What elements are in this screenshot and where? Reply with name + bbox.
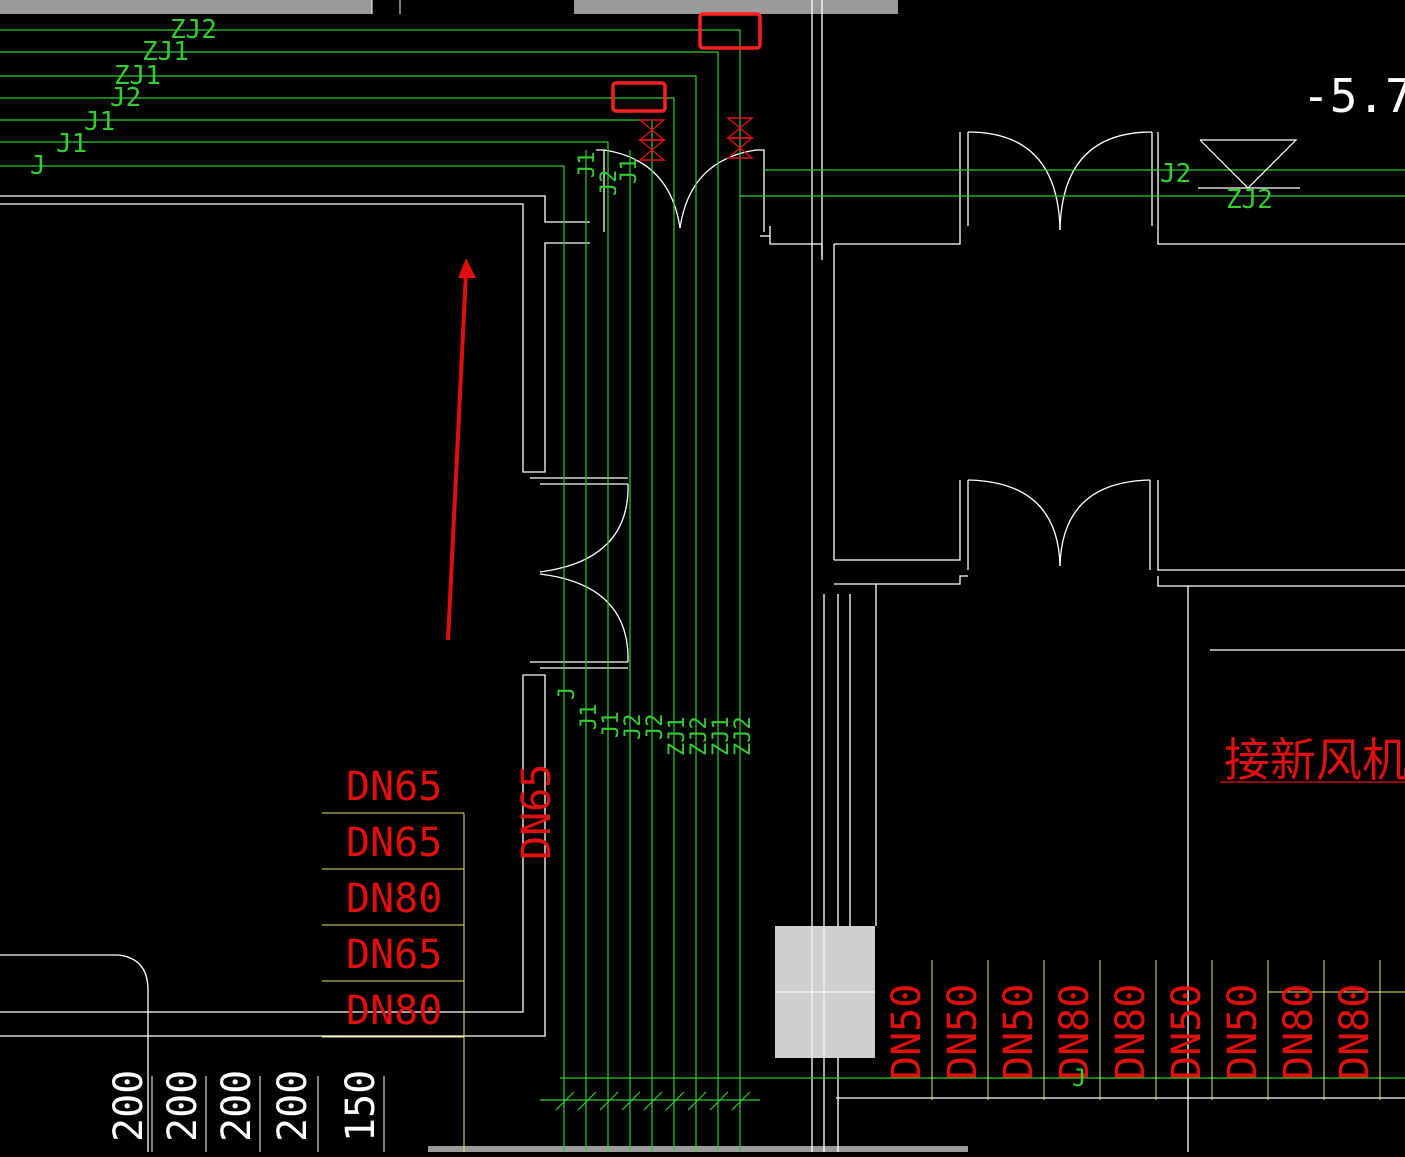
pipe-label-vertical-bottom: ZJ2 [731, 716, 756, 756]
pipe-label-right: J2 [1160, 159, 1191, 189]
cad-drawing-canvas[interactable]: -5.75 ZJ2ZJ1ZJ1J2J1J1JJ1J2J1JJ1J1J2J [0, 0, 1405, 1152]
cad-drawing: -5.75 ZJ2ZJ1ZJ1J2J1J1JJ1J2J1JJ1J1J2J [0, 0, 1405, 1152]
level-triangle [1198, 139, 1300, 189]
dimension-label: 200 [270, 1070, 316, 1142]
dimension-label: 150 [338, 1070, 384, 1142]
pipe-size-bottom-right: DN50 [940, 984, 986, 1080]
pipe-label-top: J [30, 151, 46, 181]
dimension-label: 200 [160, 1070, 206, 1142]
pipe-size-bottom-right: DN50 [1164, 984, 1210, 1080]
pipe-size-left: DN80 [346, 988, 442, 1034]
pipe-size-bottom-right: DN50 [1220, 984, 1266, 1080]
pipe-size-left: DN65 [346, 932, 442, 978]
walls [0, 0, 1405, 1152]
dimension-label: 200 [106, 1070, 152, 1142]
pipe-size-vertical: DN65 [514, 764, 560, 860]
highlight-box-lower[interactable] [611, 81, 667, 113]
room-label: 接新风机房 [1224, 733, 1405, 787]
pipe-label-bottom-j: J [1072, 1064, 1086, 1092]
pipe-label-top: J1 [56, 129, 87, 159]
red-arrow [446, 258, 476, 641]
pipe-label-vertical-top: J1 [617, 158, 642, 185]
pipe-label-right: ZJ2 [1226, 185, 1273, 215]
pipe-size-left: DN80 [346, 876, 442, 922]
dimension-label: 200 [214, 1070, 260, 1142]
pipe-size-bottom-right: DN80 [1332, 984, 1378, 1080]
highlight-box-top[interactable] [698, 12, 762, 50]
level-mark: -5.75 [1302, 69, 1405, 123]
pipe-label-top: J1 [84, 107, 115, 137]
pipe-label-vertical-bottom: J [555, 687, 580, 700]
pipe-size-bottom-right: DN50 [996, 984, 1042, 1080]
pipe-size-left: DN65 [346, 820, 442, 866]
pipe-size-bottom-right: DN80 [1108, 984, 1154, 1080]
pipe-size-bottom-right: DN50 [884, 984, 930, 1080]
highlight-boxes [611, 12, 762, 113]
pipe-size-bottom-right: DN80 [1276, 984, 1322, 1080]
pipe-size-left: DN65 [346, 764, 442, 810]
